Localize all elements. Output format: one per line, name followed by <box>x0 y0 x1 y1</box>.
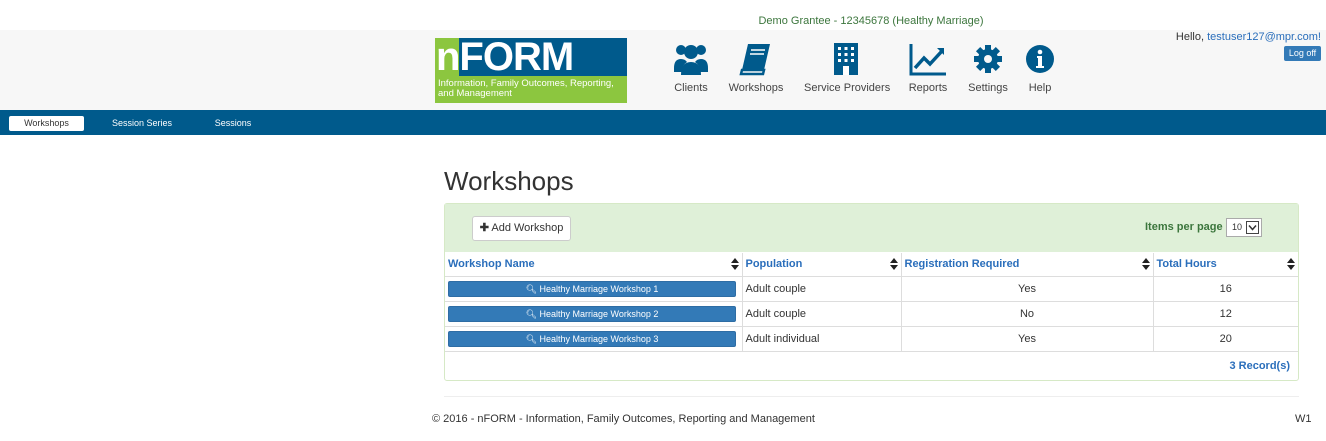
column-header-registration-required[interactable]: Registration Required <box>901 253 1154 277</box>
sub-navigation: Workshops Session Series Sessions <box>0 110 1326 135</box>
book-icon <box>739 44 770 76</box>
tab-sessions[interactable]: Sessions <box>205 116 261 131</box>
user-email-link[interactable]: testuser127@mpr.com! <box>1207 31 1321 43</box>
population-cell: Adult couple <box>742 301 902 327</box>
nav-workshops[interactable]: Workshops <box>728 42 784 102</box>
logo-tagline: Information, Family Outcomes, Reporting,… <box>435 76 627 103</box>
record-count: 3 Record(s) <box>1229 360 1290 372</box>
sort-icon <box>730 258 739 270</box>
hours-cell: 12 <box>1153 301 1298 327</box>
page-title: Workshops <box>444 166 574 196</box>
users-icon <box>674 45 708 75</box>
workshops-table: Workshop Name Population Registration Re… <box>445 253 1298 352</box>
sort-icon <box>1141 258 1150 270</box>
header-bar: nFORM Information, Family Outcomes, Repo… <box>0 30 1326 110</box>
items-per-page-label: Items per page <box>1145 221 1223 233</box>
items-per-page-select[interactable]: 10 <box>1226 218 1262 237</box>
chevron-down-icon <box>1246 221 1259 234</box>
building-icon <box>834 43 858 75</box>
workshop-view-button[interactable]: 🔍︎ Healthy Marriage Workshop 1 <box>448 280 736 297</box>
column-header-population[interactable]: Population <box>742 253 902 277</box>
column-header-workshop-name[interactable]: Workshop Name <box>445 253 743 277</box>
nav-reports[interactable]: Reports <box>906 42 950 102</box>
tab-workshops[interactable]: Workshops <box>9 116 84 131</box>
registration-cell: No <box>901 301 1154 327</box>
nav-clients[interactable]: Clients <box>670 42 712 102</box>
plus-icon: ✚ <box>479 222 489 234</box>
registration-cell: Yes <box>901 276 1154 302</box>
add-workshop-button[interactable]: ✚ Add Workshop <box>472 216 571 241</box>
workshop-view-button[interactable]: 🔍︎ Healthy Marriage Workshop 2 <box>448 305 736 322</box>
sort-icon <box>889 258 898 270</box>
workshop-view-button[interactable]: 🔍︎ Healthy Marriage Workshop 3 <box>448 330 736 347</box>
panel-toolbar: ✚ Add Workshop Items per page 10 <box>445 204 1298 252</box>
footer-divider <box>444 396 1299 397</box>
logo-wordmark: nFORM <box>436 35 574 79</box>
grantee-info: Demo Grantee - 12345678 (Healthy Marriag… <box>758 15 984 27</box>
nav-service-providers[interactable]: Service Providers <box>804 42 890 102</box>
user-greeting: Hello, testuser127@mpr.com! <box>1175 31 1321 43</box>
footer-page-code: W1 <box>1295 413 1312 425</box>
info-icon <box>1026 45 1054 73</box>
workshops-panel: ✚ Add Workshop Items per page 10 Worksho… <box>444 203 1299 381</box>
table-row: 🔍︎ Healthy Marriage Workshop 1 Adult cou… <box>445 276 1298 302</box>
search-icon: 🔍︎ <box>525 308 538 319</box>
nform-logo[interactable]: nFORM Information, Family Outcomes, Repo… <box>435 35 627 103</box>
gear-icon <box>974 45 1002 73</box>
table-row: 🔍︎ Healthy Marriage Workshop 3 Adult ind… <box>445 326 1298 352</box>
footer-copyright: © 2016 - nFORM - Information, Family Out… <box>432 413 815 425</box>
population-cell: Adult couple <box>742 276 902 302</box>
hours-cell: 16 <box>1153 276 1298 302</box>
logoff-button[interactable]: Log off <box>1284 46 1321 61</box>
chart-line-icon <box>909 44 946 76</box>
column-header-total-hours[interactable]: Total Hours <box>1153 253 1298 277</box>
search-icon: 🔍︎ <box>525 283 538 294</box>
table-row: 🔍︎ Healthy Marriage Workshop 2 Adult cou… <box>445 301 1298 327</box>
hours-cell: 20 <box>1153 326 1298 352</box>
search-icon: 🔍︎ <box>525 333 538 344</box>
nav-settings[interactable]: Settings <box>966 42 1010 102</box>
sort-icon <box>1287 258 1295 270</box>
registration-cell: Yes <box>901 326 1154 352</box>
population-cell: Adult individual <box>742 326 902 352</box>
nav-help[interactable]: Help <box>1024 42 1056 102</box>
tab-session-series[interactable]: Session Series <box>102 116 182 131</box>
